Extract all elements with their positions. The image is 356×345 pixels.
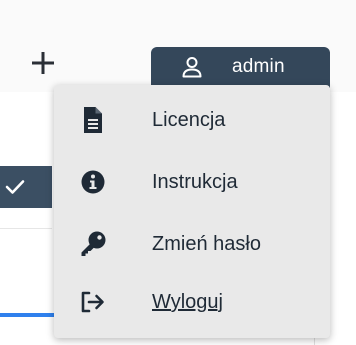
background-panel — [0, 92, 60, 345]
user-dropdown-menu: Licencja Instrukcja Zmień hasło Wyloguj — [54, 85, 330, 338]
user-name-label: admin — [232, 56, 285, 77]
menu-item-label: Zmień hasło — [152, 233, 261, 255]
logout-icon — [80, 289, 106, 315]
info-icon — [80, 169, 106, 195]
menu-item-license[interactable]: Licencja — [54, 89, 330, 151]
menu-item-label: Instrukcja — [152, 171, 238, 193]
document-icon — [80, 107, 106, 133]
user-menu-button[interactable]: admin — [151, 47, 330, 88]
menu-item-logout[interactable]: Wyloguj — [54, 271, 330, 333]
menu-item-label: Wyloguj — [152, 291, 223, 313]
page: admin Licencja Instrukcja Zmień hasło Wy… — [0, 0, 356, 345]
row-divider — [0, 228, 52, 229]
add-button[interactable] — [26, 46, 60, 80]
key-icon — [80, 231, 106, 257]
check-icon — [5, 180, 25, 194]
plus-icon — [32, 52, 54, 74]
menu-item-instructions[interactable]: Instrukcja — [54, 151, 330, 213]
selected-checkbox[interactable] — [0, 166, 52, 208]
user-icon — [182, 57, 202, 78]
menu-item-change-password[interactable]: Zmień hasło — [54, 213, 330, 275]
menu-item-label: Licencja — [152, 109, 226, 131]
progress-indicator — [0, 313, 58, 317]
